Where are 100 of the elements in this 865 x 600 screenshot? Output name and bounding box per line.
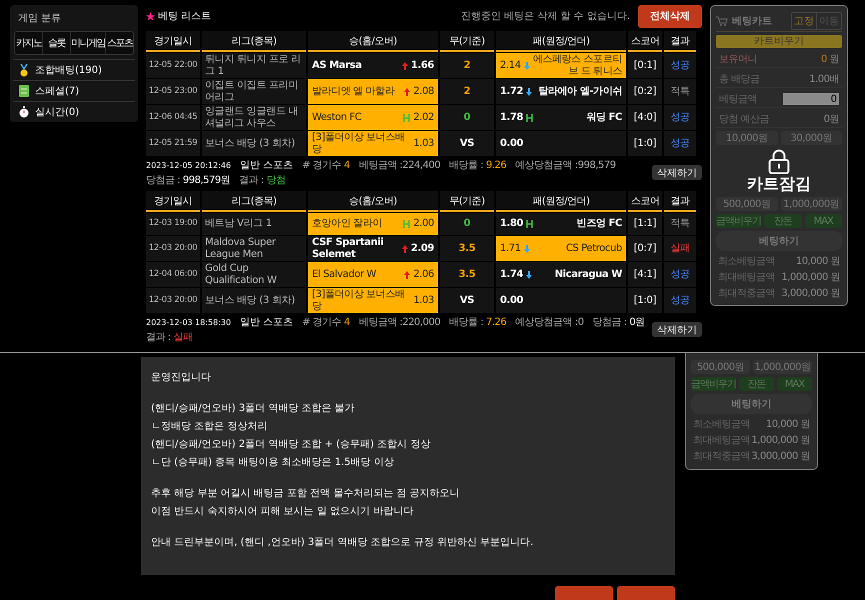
away-pick[interactable]: 1.78 워딩 FC bbox=[496, 105, 626, 130]
limit-label: 최대베팅금액 bbox=[718, 270, 775, 284]
away-pick[interactable]: 1.74 Nicaragua W bbox=[496, 262, 626, 287]
draw-cell: 0 bbox=[440, 105, 494, 130]
away-pick[interactable]: 1.80 빈즈엉 FC bbox=[496, 213, 626, 235]
column-header: 경기일시 bbox=[146, 31, 200, 52]
league-cell: 보너스 배당 (3 회차) bbox=[202, 288, 306, 313]
down-arrow-icon bbox=[526, 270, 532, 278]
delete-button[interactable]: 삭제하기 bbox=[652, 322, 702, 337]
league-cell: 이집트 이집트 프리미어리그 bbox=[202, 79, 306, 104]
away-pick[interactable]: 1.72 탈라에아 엘-가이쉬 bbox=[496, 79, 626, 104]
bet-type: 일반 스포츠 bbox=[240, 316, 294, 329]
column-header: 리그(종목) bbox=[202, 31, 306, 52]
column-header: 승(홈/오버) bbox=[308, 191, 438, 212]
score-cell: [0:7] bbox=[628, 236, 662, 261]
result-cell: 성공 bbox=[664, 288, 696, 313]
draw-cell: 3.5 bbox=[440, 262, 494, 287]
bet-amount-field[interactable]: 0 bbox=[783, 93, 839, 105]
category-tab[interactable]: 카지노 bbox=[15, 32, 43, 54]
limit-value: 1,000,000 원 bbox=[781, 270, 840, 284]
result-cell: 성공 bbox=[664, 105, 696, 130]
away-pick[interactable]: 2.14 에스페랑스 스포르티브 드 튀니스 bbox=[496, 53, 626, 78]
sidebar-item[interactable]: 스페셜(7) bbox=[13, 80, 135, 101]
result-cell: 적특 bbox=[664, 213, 696, 235]
column-header: 패(원정/언더) bbox=[496, 31, 626, 52]
column-header: 무(기준) bbox=[440, 31, 494, 52]
ticket-icon bbox=[19, 85, 29, 97]
notice-line: (핸디/승패/언오바) 2폴더 역배당 조합 + (승무패) 조합시 정상 bbox=[151, 438, 432, 451]
bet-date: 2023-12-05 20:12:46 bbox=[146, 160, 231, 170]
summary-field: 결과 : 실패 bbox=[146, 330, 192, 344]
away-pick[interactable]: 0.00 bbox=[496, 131, 626, 156]
home-pick[interactable]: AS Marsa 1.66 bbox=[308, 53, 438, 78]
down-arrow-icon bbox=[524, 62, 530, 70]
column-header: 스코어 bbox=[628, 31, 662, 52]
column-header: 결과 bbox=[664, 31, 696, 52]
category-tab[interactable]: 슬롯 bbox=[43, 32, 71, 54]
league-cell: Maldova Super League Men bbox=[202, 236, 306, 261]
date-cell: 12-03 19:00 bbox=[146, 213, 200, 235]
summary-field: 당첨금 : 998,579원 bbox=[146, 173, 230, 187]
mode-toggle[interactable]: 고정 bbox=[792, 12, 817, 28]
cart-title: 베팅카트 bbox=[732, 14, 772, 28]
home-pick[interactable]: 발라디엣 엘 마할라 2.08 bbox=[308, 79, 438, 104]
score-cell: [0:1] bbox=[628, 53, 662, 78]
limit-label: 최소베팅금액 bbox=[693, 418, 750, 430]
info-value: 0원 bbox=[824, 113, 839, 126]
away-pick[interactable]: 0.00 bbox=[496, 288, 626, 313]
score-cell: [4:0] bbox=[628, 105, 662, 130]
home-pick[interactable]: El Salvador W 2.06 bbox=[308, 262, 438, 287]
column-header: 승(홈/오버) bbox=[308, 31, 438, 52]
league-cell: Gold Cup Qualification W bbox=[202, 262, 306, 287]
footer-button[interactable] bbox=[617, 586, 675, 600]
down-arrow-icon bbox=[526, 88, 532, 96]
result-cell: 적특 bbox=[664, 79, 696, 104]
notice-line: 안내 드린부분이며, (핸디 ,언오바) 3폴더 역배당 조합으로 규정 위반하신 부분입니다. bbox=[151, 536, 534, 549]
star-icon bbox=[146, 12, 155, 20]
summary-field: 당첨금 : 0원 bbox=[592, 315, 645, 329]
away-pick[interactable]: 1.71 CS Petrocub bbox=[496, 236, 626, 261]
date-cell: 12-05 22:00 bbox=[146, 53, 200, 78]
sidebar-item[interactable]: 조합배팅(190) bbox=[13, 59, 135, 80]
limit-label: 최대적중금액 bbox=[693, 450, 750, 462]
notice-line: ㄴ단 (승무패) 종목 배팅이용 최소배당은 1.5배당 이상 bbox=[151, 456, 395, 469]
cart-icon bbox=[716, 16, 728, 26]
date-cell: 12-06 04:45 bbox=[146, 105, 200, 130]
notice-line: 추후 해당 부분 어길시 배팅금 포함 전액 몰수처리되는 점 공지하오니 bbox=[151, 487, 461, 500]
handicap-icon bbox=[403, 220, 410, 228]
league-cell: 보너스 배당 (3 회차) bbox=[202, 131, 306, 156]
summary-field: # 경기수 4 bbox=[302, 315, 350, 329]
summary-field: 예상당첨금액 :998,579 bbox=[515, 158, 616, 172]
result-cell: 성공 bbox=[664, 53, 696, 78]
summary-field: 베팅금액 :224,400 bbox=[358, 158, 440, 172]
score-cell: [0:2] bbox=[628, 79, 662, 104]
draw-cell: 0 bbox=[440, 213, 494, 235]
result-cell: 성공 bbox=[664, 262, 696, 287]
delete-button[interactable]: 삭제하기 bbox=[652, 165, 702, 180]
lock-icon bbox=[768, 149, 790, 174]
limit-value: 10,000 원 bbox=[796, 254, 840, 268]
up-arrow-icon bbox=[402, 244, 408, 252]
down-arrow-icon bbox=[524, 244, 530, 252]
draw-cell: VS bbox=[440, 288, 494, 313]
draw-cell: 2 bbox=[440, 53, 494, 78]
delete-all-button[interactable]: 전체삭제 bbox=[638, 4, 702, 28]
date-cell: 12-05 21:59 bbox=[146, 131, 200, 156]
home-pick[interactable]: CSF Spartanii Selemet 2.09 bbox=[308, 236, 438, 261]
limit-value: 3,000,000 원 bbox=[751, 450, 810, 462]
notice-line: ㄴ정배당 조합은 정상처리 bbox=[151, 420, 268, 433]
date-cell: 12-03 20:00 bbox=[146, 236, 200, 261]
info-label: 당첨 예산금 bbox=[719, 113, 770, 126]
up-arrow-icon bbox=[402, 62, 408, 70]
handicap-icon bbox=[403, 114, 410, 122]
home-pick[interactable]: 호앙아인 잘라이 2.00 bbox=[308, 213, 438, 235]
footer-button[interactable] bbox=[555, 586, 613, 600]
up-arrow-icon bbox=[404, 270, 410, 278]
league-cell: 잉글랜드 잉글랜드 내셔널리그 사우스 bbox=[202, 105, 306, 130]
category-tab[interactable]: 미니게임 bbox=[71, 32, 106, 54]
limit-label: 최소베팅금액 bbox=[718, 254, 775, 268]
draw-cell: 2 bbox=[440, 79, 494, 104]
stopwatch-icon bbox=[19, 106, 29, 118]
sidebar-item[interactable]: 실시간(0) bbox=[13, 101, 135, 122]
category-tab[interactable]: 스포츠 bbox=[106, 32, 133, 54]
home-pick[interactable]: Weston FC 2.02 bbox=[308, 105, 438, 130]
